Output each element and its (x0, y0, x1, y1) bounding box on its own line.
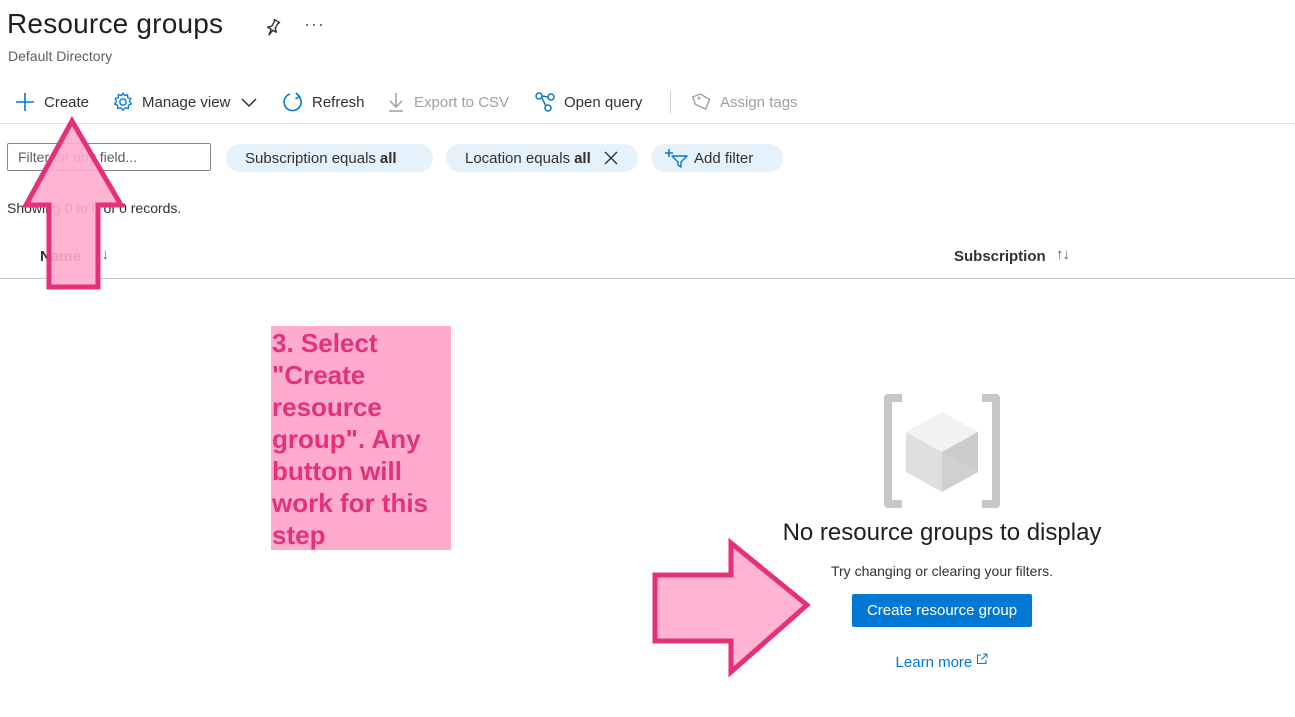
learn-more-label: Learn more (895, 654, 973, 671)
subscription-filter-label: Subscription equals (245, 149, 376, 167)
learn-more-container: Learn more (742, 653, 1142, 671)
export-csv-label: Export to CSV (414, 93, 510, 111)
sort-subscription-icon[interactable]: ↑↓ (1056, 246, 1070, 263)
add-filter-label: Add filter (694, 149, 754, 167)
manage-view-label: Manage view (142, 93, 231, 111)
chevron-down-icon (241, 98, 257, 108)
location-filter-pill[interactable]: Location equals all (446, 144, 638, 172)
download-icon (389, 93, 403, 112)
location-filter-value: all (574, 149, 591, 167)
create-label: Create (44, 93, 90, 111)
empty-state-title: No resource groups to display (782, 519, 1102, 546)
create-resource-group-button[interactable]: Create resource group (852, 594, 1032, 627)
export-csv-button[interactable]: Export to CSV (386, 84, 509, 120)
location-filter-label: Location equals (465, 149, 571, 167)
learn-more-link[interactable]: Learn more (896, 654, 973, 671)
empty-state-hint: Try changing or clearing your filters. (830, 563, 1054, 579)
toolbar-divider-line (0, 123, 1295, 124)
open-query-label: Open query (564, 93, 643, 111)
gear-icon (113, 92, 133, 111)
query-icon (535, 92, 555, 112)
refresh-button[interactable]: Refresh (282, 84, 365, 120)
refresh-icon (283, 92, 302, 112)
sort-name-icon[interactable]: ↑↓ (94, 246, 109, 263)
add-filter-icon (665, 149, 688, 168)
resource-group-icon (884, 394, 1000, 508)
page-title: Resource groups (7, 8, 224, 39)
manage-view-button[interactable]: Manage view (112, 84, 258, 120)
filter-input[interactable] (7, 143, 211, 171)
close-icon (604, 151, 618, 165)
open-query-button[interactable]: Open query (534, 84, 642, 120)
refresh-label: Refresh (312, 93, 365, 111)
record-count: Showing 0 to 0 of 0 records. (7, 200, 182, 216)
pin-icon[interactable] (263, 18, 283, 38)
instruction-callout: 3. Select "Create resource group". Any b… (271, 326, 451, 550)
column-header-name[interactable]: Name (40, 248, 81, 265)
create-button[interactable]: Create (14, 84, 89, 120)
external-link-icon[interactable] (976, 653, 988, 665)
command-bar: Create Manage view Refresh Export to CSV… (0, 84, 1295, 122)
more-options-button[interactable]: ··· (304, 14, 325, 35)
add-filter-button[interactable]: Add filter (651, 144, 783, 172)
assign-tags-button[interactable]: Assign tags (692, 84, 798, 120)
remove-location-filter-button[interactable] (603, 150, 619, 166)
toolbar-divider (670, 91, 671, 113)
column-header-subscription[interactable]: Subscription (954, 248, 1046, 265)
page-subtitle: Default Directory (8, 48, 113, 64)
table-header-divider (0, 278, 1295, 279)
assign-tags-label: Assign tags (720, 93, 798, 111)
subscription-filter-pill[interactable]: Subscription equals all (226, 144, 433, 172)
plus-icon (16, 93, 34, 111)
subscription-filter-value: all (379, 149, 397, 167)
tag-icon (692, 93, 711, 110)
